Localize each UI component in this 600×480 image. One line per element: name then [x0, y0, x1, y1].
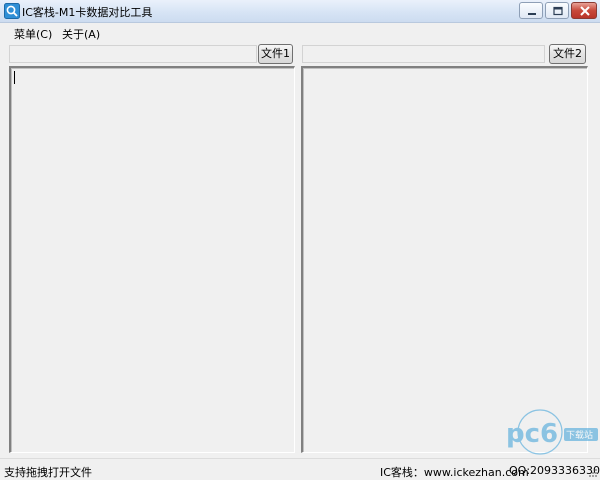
status-hint: 支持拖拽打开文件 — [4, 466, 92, 479]
menu-item-menu[interactable]: 菜单(C) — [11, 25, 55, 43]
svg-text:下载站: 下载站 — [566, 429, 593, 441]
file2-path-field[interactable] — [302, 45, 545, 63]
close-icon — [580, 6, 590, 16]
resize-grip-icon[interactable] — [588, 467, 598, 479]
minimize-icon — [528, 13, 536, 15]
status-bar: 支持拖拽打开文件 IC客栈：www.ickezhan.com QQ:209333… — [0, 458, 600, 480]
file2-content-textarea[interactable] — [301, 66, 588, 453]
maximize-icon — [553, 6, 563, 16]
svg-text:pc6: pc6 — [506, 419, 558, 449]
file1-content-textarea[interactable] — [9, 66, 295, 453]
menu-bar: 菜单(C) 关于(A) — [0, 23, 600, 43]
window-title: IC客栈-M1卡数据对比工具 — [22, 6, 153, 19]
close-button[interactable] — [571, 2, 597, 19]
text-caret — [14, 71, 15, 84]
menu-item-about[interactable]: 关于(A) — [59, 25, 103, 43]
file1-path-field[interactable] — [9, 45, 257, 63]
title-bar[interactable]: IC客栈-M1卡数据对比工具 — [0, 0, 600, 23]
search-app-icon — [4, 3, 20, 19]
maximize-button[interactable] — [545, 2, 569, 19]
status-website: IC客栈：www.ickezhan.com — [380, 466, 529, 479]
pc6-watermark-logo: pc6 下载站 — [506, 409, 598, 455]
main-window: IC客栈-M1卡数据对比工具 菜单(C) 关于(A) 文件1 文件2 pc6 下… — [0, 0, 600, 480]
file2-button[interactable]: 文件2 — [549, 44, 586, 64]
file1-button[interactable]: 文件1 — [258, 44, 293, 64]
minimize-button[interactable] — [519, 2, 543, 19]
status-qq: QQ:2093336330 — [509, 464, 600, 477]
